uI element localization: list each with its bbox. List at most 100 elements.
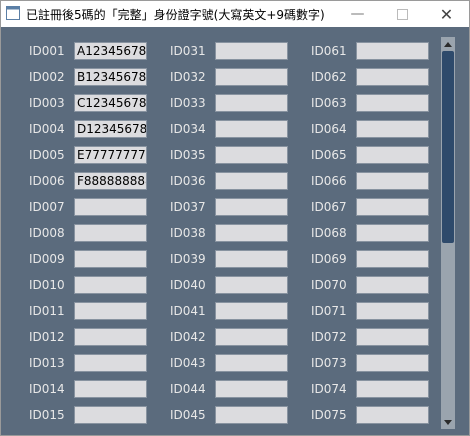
id-number-field[interactable]: C123456789 <box>74 94 147 112</box>
id-number-field[interactable] <box>356 224 429 242</box>
id-number-field[interactable]: E777777777 <box>74 146 147 164</box>
id-number-field[interactable] <box>74 302 147 320</box>
id-number-field[interactable] <box>215 120 288 138</box>
id-number-field[interactable]: F888888888 <box>74 172 147 190</box>
id-number-field[interactable]: D123456789 <box>74 120 147 138</box>
scrollbar-thumb[interactable] <box>442 51 454 243</box>
id-number-field[interactable] <box>356 68 429 86</box>
title-bar[interactable]: 已註冊後5碼的「完整」身份證字號(大寫英文+9碼數字) — ✕ <box>1 1 469 27</box>
id-label: ID068 <box>311 226 347 240</box>
app-window-icon <box>6 6 20 20</box>
id-number-field[interactable] <box>356 250 429 268</box>
id-label: ID009 <box>29 252 65 266</box>
id-label: ID045 <box>170 408 206 422</box>
id-label: ID002 <box>29 70 65 84</box>
id-label: ID008 <box>29 226 65 240</box>
id-number-field[interactable] <box>215 406 288 424</box>
id-label: ID063 <box>311 96 347 110</box>
id-number-field[interactable] <box>74 354 147 372</box>
id-label: ID039 <box>170 252 206 266</box>
id-label: ID012 <box>29 330 65 344</box>
id-number-field[interactable] <box>356 328 429 346</box>
window-title: 已註冊後5碼的「完整」身份證字號(大寫英文+9碼數字) <box>26 8 325 22</box>
id-label: ID037 <box>170 200 206 214</box>
id-label: ID015 <box>29 408 65 422</box>
id-label: ID070 <box>311 278 347 292</box>
id-label: ID005 <box>29 148 65 162</box>
id-label: ID067 <box>311 200 347 214</box>
id-label: ID062 <box>311 70 347 84</box>
id-number-field[interactable] <box>215 276 288 294</box>
minimize-icon: — <box>350 6 365 22</box>
id-label: ID001 <box>29 44 65 58</box>
id-label: ID007 <box>29 200 65 214</box>
id-number-field[interactable] <box>215 94 288 112</box>
id-label: ID075 <box>311 408 347 422</box>
id-label: ID071 <box>311 304 347 318</box>
id-label: ID041 <box>170 304 206 318</box>
id-number-field[interactable] <box>356 302 429 320</box>
maximize-button[interactable] <box>380 1 425 27</box>
id-number-field[interactable] <box>74 328 147 346</box>
maximize-icon <box>397 8 408 20</box>
id-number-field[interactable] <box>215 302 288 320</box>
id-number-field[interactable] <box>215 146 288 164</box>
id-label: ID074 <box>311 382 347 396</box>
close-icon: ✕ <box>439 4 454 24</box>
id-number-field[interactable] <box>356 276 429 294</box>
id-label: ID073 <box>311 356 347 370</box>
id-label: ID069 <box>311 252 347 266</box>
id-number-field[interactable] <box>74 406 147 424</box>
id-label: ID064 <box>311 122 347 136</box>
id-number-field[interactable] <box>356 120 429 138</box>
id-number-field[interactable] <box>215 42 288 60</box>
id-number-field[interactable] <box>356 198 429 216</box>
close-button[interactable]: ✕ <box>424 1 469 27</box>
id-label: ID042 <box>170 330 206 344</box>
id-number-field[interactable] <box>215 354 288 372</box>
id-number-field[interactable] <box>215 172 288 190</box>
id-number-field[interactable] <box>356 354 429 372</box>
id-number-field[interactable] <box>215 198 288 216</box>
minimize-button[interactable]: — <box>335 1 380 27</box>
id-number-field[interactable]: A123456789 <box>74 42 147 60</box>
id-label: ID038 <box>170 226 206 240</box>
id-number-field[interactable] <box>356 172 429 190</box>
id-label: ID061 <box>311 44 347 58</box>
id-number-field[interactable] <box>215 224 288 242</box>
id-number-field[interactable]: B123456789 <box>74 68 147 86</box>
id-label: ID040 <box>170 278 206 292</box>
id-label: ID043 <box>170 356 206 370</box>
id-label: ID031 <box>170 44 206 58</box>
id-number-field[interactable] <box>74 276 147 294</box>
id-label: ID044 <box>170 382 206 396</box>
id-number-field[interactable] <box>74 224 147 242</box>
id-number-field[interactable] <box>74 250 147 268</box>
scroll-up-arrow-icon[interactable] <box>441 37 455 51</box>
id-label: ID011 <box>29 304 65 318</box>
id-number-field[interactable] <box>215 68 288 86</box>
id-number-field[interactable] <box>215 328 288 346</box>
form-area: ID001 A123456789 ID002 B123456789 ID003 C1234… <box>1 27 469 435</box>
id-label: ID003 <box>29 96 65 110</box>
app-window: 已註冊後5碼的「完整」身份證字號(大寫英文+9碼數字) — ✕ ID001 A12… <box>0 0 470 436</box>
id-number-field[interactable] <box>356 146 429 164</box>
vertical-scrollbar[interactable] <box>441 37 455 429</box>
id-number-field[interactable] <box>215 380 288 398</box>
id-number-field[interactable] <box>356 42 429 60</box>
id-label: ID036 <box>170 174 206 188</box>
id-label: ID072 <box>311 330 347 344</box>
id-number-field[interactable] <box>356 380 429 398</box>
id-label: ID033 <box>170 96 206 110</box>
id-label: ID035 <box>170 148 206 162</box>
scroll-down-arrow-icon[interactable] <box>441 415 455 429</box>
id-label: ID065 <box>311 148 347 162</box>
id-number-field[interactable] <box>356 94 429 112</box>
id-number-field[interactable] <box>74 198 147 216</box>
id-number-field[interactable] <box>356 406 429 424</box>
id-number-field[interactable] <box>74 380 147 398</box>
id-label: ID014 <box>29 382 65 396</box>
id-label: ID004 <box>29 122 65 136</box>
id-number-field[interactable] <box>215 250 288 268</box>
id-label: ID013 <box>29 356 65 370</box>
